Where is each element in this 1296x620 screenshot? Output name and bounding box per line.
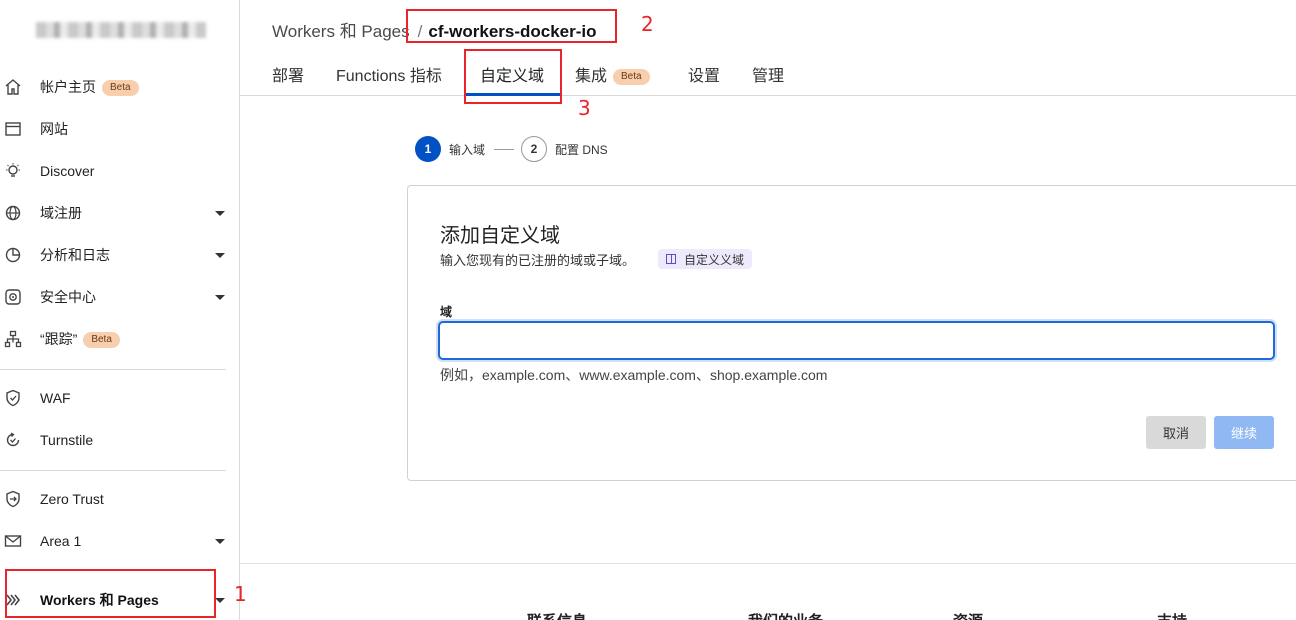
annotation-number-2: 2 [641, 12, 654, 36]
envelope-icon [4, 532, 22, 550]
beta-badge: Beta [83, 332, 120, 349]
book-icon [666, 254, 676, 264]
sidebar-item-label: Zero Trust [40, 491, 104, 507]
window-icon [4, 120, 22, 138]
sidebar-item-security-center[interactable]: 安全中心 [0, 277, 240, 317]
annotation-box-2 [406, 9, 617, 43]
security-center-icon [4, 288, 22, 306]
breadcrumb-parent-link[interactable]: Workers 和 Pages [272, 22, 410, 41]
sidebar-item-turnstile[interactable]: Turnstile [0, 420, 240, 460]
step-number: 1 [415, 136, 441, 162]
sitemap-icon [4, 330, 22, 348]
tab-deploy[interactable]: 部署 [272, 62, 304, 86]
tab-integrations[interactable]: 集成 Beta [575, 62, 650, 86]
sidebar-divider [0, 470, 226, 471]
shield-icon [4, 389, 22, 407]
domain-input[interactable] [438, 321, 1275, 360]
annotation-box-3 [464, 49, 562, 104]
sidebar-item-account-home[interactable]: 帐户主页 Beta [0, 67, 240, 107]
sidebar-item-area1[interactable]: Area 1 [0, 521, 240, 561]
continue-button[interactable]: 继续 [1214, 416, 1274, 449]
step-enter-domain: 1 输入域 [415, 136, 485, 162]
chevron-down-icon[interactable] [215, 210, 225, 216]
annotation-box-1 [5, 569, 216, 618]
turnstile-icon [4, 431, 22, 449]
sidebar-item-label: Area 1 [40, 533, 82, 549]
card-title: 添加自定义域 [440, 225, 560, 247]
footer-heading-contact: 联系信息 [527, 610, 587, 620]
tab-bar: 部署 Functions 指标 自定义域 集成 Beta 设置 管理 [240, 48, 1296, 96]
sidebar-item-label: “跟踪” Beta [40, 329, 120, 349]
sidebar-divider [0, 369, 226, 370]
lightbulb-icon [4, 162, 22, 180]
beta-badge: Beta [613, 68, 650, 85]
sidebar: 帐户主页 Beta 网站 Discover 域注册 分析和日志 安全中心 “跟踪… [0, 0, 240, 620]
sidebar-item-label: 帐户主页 Beta [40, 77, 139, 97]
sidebar-item-label: 域注册 [40, 205, 82, 221]
footer-heading-support: 支持 [1157, 610, 1187, 620]
sidebar-item-discover[interactable]: Discover [0, 151, 240, 191]
step-label: 配置 DNS [555, 142, 608, 157]
footer-divider [240, 563, 1296, 564]
tab-functions-metrics[interactable]: Functions 指标 [336, 62, 442, 86]
sidebar-item-trace[interactable]: “跟踪” Beta [0, 319, 240, 359]
tab-manage[interactable]: 管理 [752, 62, 784, 86]
sidebar-item-websites[interactable]: 网站 [0, 109, 240, 149]
domain-field-help: 例如，example.com、www.example.com、shop.exam… [440, 367, 828, 383]
sidebar-item-label: 安全中心 [40, 289, 96, 305]
chevron-down-icon[interactable] [215, 294, 225, 300]
chevron-down-icon[interactable] [215, 538, 225, 544]
sidebar-item-label: Discover [40, 163, 95, 179]
annotation-number-3: 3 [578, 96, 591, 120]
tab-settings[interactable]: 设置 [688, 62, 720, 86]
sidebar-item-waf[interactable]: WAF [0, 378, 240, 418]
card-subtitle: 输入您现有的已注册的域或子域。 [440, 253, 636, 268]
sidebar-item-label: WAF [40, 390, 71, 406]
account-name-blurred[interactable] [36, 22, 206, 38]
docs-link[interactable]: 自定义义域 [658, 249, 753, 269]
pie-chart-icon [4, 246, 22, 264]
home-icon [4, 78, 22, 96]
sidebar-item-analytics-logs[interactable]: 分析和日志 [0, 235, 240, 275]
footer-heading-business: 我们的业务 [748, 610, 823, 620]
cancel-button[interactable]: 取消 [1146, 416, 1206, 449]
step-label: 输入域 [449, 142, 486, 157]
sidebar-item-label: 网站 [40, 121, 68, 137]
globe-icon [4, 204, 22, 222]
sidebar-item-domain-registration[interactable]: 域注册 [0, 193, 240, 233]
chevron-down-icon[interactable] [215, 597, 225, 603]
sidebar-item-label: Turnstile [40, 432, 94, 448]
chevron-down-icon[interactable] [215, 252, 225, 258]
step-configure-dns: 2 配置 DNS [521, 136, 608, 162]
beta-badge: Beta [102, 80, 139, 97]
sidebar-item-label: 分析和日志 [40, 247, 110, 263]
zero-trust-icon [4, 490, 22, 508]
domain-field-label: 域 [440, 305, 453, 319]
footer-heading-resources: 资源 [953, 610, 983, 620]
docs-link-label: 自定义义域 [684, 252, 745, 267]
step-connector [494, 149, 514, 150]
step-number: 2 [521, 136, 547, 162]
annotation-number-1: 1 [234, 582, 247, 606]
tab-integrations-label: 集成 [575, 68, 608, 85]
sidebar-item-zero-trust[interactable]: Zero Trust [0, 479, 240, 519]
